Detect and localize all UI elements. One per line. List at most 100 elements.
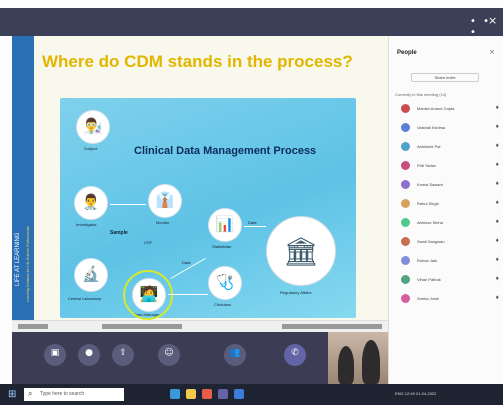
more-options-icon[interactable]: • • • <box>470 16 503 38</box>
participant-row[interactable]: Komal Sawant ♦ <box>395 178 501 192</box>
mic-icon: ♦ <box>495 238 500 244</box>
arrow-investigator-monitor <box>110 204 146 205</box>
monitor-icon: 👔 <box>155 191 175 209</box>
bank-icon: 🏛 <box>283 235 319 268</box>
microscope-icon: 🔬 <box>81 265 101 283</box>
participant-name: Komal Sawant <box>417 182 443 187</box>
mic-icon: ♦ <box>495 181 500 187</box>
windows-taskbar: ⊞ ⌕ Type here to search ENG 12:45 21-04-… <box>0 384 503 405</box>
sample-label: Sample <box>110 230 128 236</box>
slide-side-band: LIFE AT LEARNING Learning Solutions for … <box>12 36 34 324</box>
mic-icon: ♦ <box>495 143 500 149</box>
avatar <box>401 218 410 227</box>
mic-icon: ♦ <box>495 257 500 263</box>
avatar <box>401 237 410 246</box>
participant-name: Vihan Pathak <box>417 277 441 282</box>
close-icon[interactable]: × <box>488 14 497 27</box>
subject-icon: 👨‍🔬 <box>83 117 103 135</box>
investigator-label: Investigator <box>76 222 97 227</box>
participant-row[interactable]: Rahul Singh ♦ <box>395 197 501 211</box>
share-button[interactable]: ⇪ <box>112 344 134 366</box>
avatar <box>401 275 410 284</box>
participant-row[interactable]: Abhinav Sinha ♦ <box>395 216 501 230</box>
participant-name: Rohan Jain <box>417 258 438 263</box>
statistician-label: Statistician <box>212 244 232 249</box>
participants-button[interactable]: 👥 <box>224 344 246 366</box>
participant-name: Vaishali Kshirsa <box>417 125 446 130</box>
chrome-icon[interactable] <box>202 389 212 399</box>
avatar <box>401 256 410 265</box>
file-explorer-icon[interactable] <box>186 389 196 399</box>
side-band-text: LIFE AT LEARNING <box>15 232 21 286</box>
diagram-title: Clinical Data Management Process <box>134 145 317 157</box>
slide-toolbar[interactable] <box>12 320 388 332</box>
microphone-button[interactable]: ● <box>78 344 100 366</box>
search-placeholder: Type here to search <box>40 391 85 397</box>
mic-icon: ♦ <box>495 276 500 282</box>
mic-icon: ♦ <box>495 295 500 301</box>
clinicians-icon: 🩺 <box>215 273 235 291</box>
participant-row[interactable]: Vaishali Kshirsa ♦ <box>395 121 501 135</box>
arrow-label-data: Data <box>182 260 191 265</box>
subject-label: Subject <box>84 146 98 151</box>
investigator-node: 👨‍⚕️ <box>74 186 108 220</box>
participant-row[interactable]: Abhishek Pal ♦ <box>395 140 501 154</box>
camera-button[interactable]: ▣ <box>44 344 66 366</box>
avatar <box>401 142 410 151</box>
investigator-icon: 👨‍⚕️ <box>81 193 101 211</box>
word-icon[interactable] <box>234 389 244 399</box>
meeting-title-bar: • • • × <box>0 8 503 38</box>
monitor-node: 👔 <box>148 184 182 218</box>
participant-name: Abhinav Sinha <box>417 220 443 225</box>
video-person <box>338 346 354 384</box>
monitor-label: Monitor <box>156 220 170 225</box>
participant-name: Swati Sangwan <box>417 239 445 244</box>
participant-name: Abhishek Pal <box>417 144 441 149</box>
avatar <box>401 199 410 208</box>
screen: • • • × LIFE AT LEARNING Learning Soluti… <box>0 0 503 405</box>
windows-start-icon[interactable]: ⊞ <box>8 389 16 400</box>
share-icon: ⇪ <box>119 348 127 358</box>
participant-row[interactable]: Manish Anand Gupta ♦ <box>395 102 501 116</box>
participant-name: Manish Anand Gupta <box>417 106 455 111</box>
participant-row[interactable]: Vihan Pathak ♦ <box>395 273 501 287</box>
regulatory-label: Regulatory Affairs <box>280 290 312 295</box>
participant-row[interactable]: Priti Yadav ♦ <box>395 159 501 173</box>
participant-row[interactable]: Sneha Joshi ♦ <box>395 292 501 306</box>
toolbar-segment <box>102 324 182 329</box>
search-icon: ⌕ <box>28 389 33 398</box>
share-invite-button[interactable]: Share invite <box>411 73 479 82</box>
video-person <box>362 340 380 384</box>
edge-icon[interactable] <box>170 389 180 399</box>
reactions-button[interactable]: ☺ <box>158 344 180 366</box>
clinicians-node: 🩺 <box>208 266 242 300</box>
avatar <box>401 161 410 170</box>
shared-slide: LIFE AT LEARNING Learning Solutions for … <box>12 36 388 324</box>
slide-title: Where do CDM stands in the process? <box>42 52 353 71</box>
participant-name: Priti Yadav <box>417 163 436 168</box>
toolbar-segment <box>18 324 48 329</box>
taskbar-search-box[interactable]: ⌕ Type here to search <box>24 388 124 401</box>
hang-up-button[interactable]: ✆ <box>284 344 306 366</box>
clinicians-label: Clinicians <box>214 302 232 307</box>
avatar <box>401 294 410 303</box>
avatar <box>401 180 410 189</box>
participant-name: Rahul Singh <box>417 201 439 206</box>
mic-icon: ♦ <box>495 162 500 168</box>
teams-icon[interactable] <box>218 389 228 399</box>
mic-icon: ♦ <box>495 200 500 206</box>
participant-row[interactable]: Swati Sangwan ♦ <box>395 235 501 249</box>
statistician-node: 📊 <box>208 208 242 242</box>
close-panel-icon[interactable]: × <box>489 48 495 56</box>
arrow-dm-clinicians <box>168 294 208 295</box>
system-tray: ENG 12:45 21-04-2022 <box>395 391 437 396</box>
self-video-tile <box>328 332 388 384</box>
participant-row[interactable]: Rohan Jain ♦ <box>395 254 501 268</box>
cdm-process-diagram: Clinical Data Management Process 👨‍🔬 Sub… <box>60 98 356 320</box>
arrow-label-crf: CRF <box>144 240 153 245</box>
regulatory-node: 🏛 <box>266 216 336 286</box>
participants-section-label: Currently in this meeting (14) <box>395 92 447 97</box>
mic-icon: ♦ <box>495 219 500 225</box>
mic-icon: ♦ <box>495 124 500 130</box>
participant-name: Sneha Joshi <box>417 296 440 301</box>
